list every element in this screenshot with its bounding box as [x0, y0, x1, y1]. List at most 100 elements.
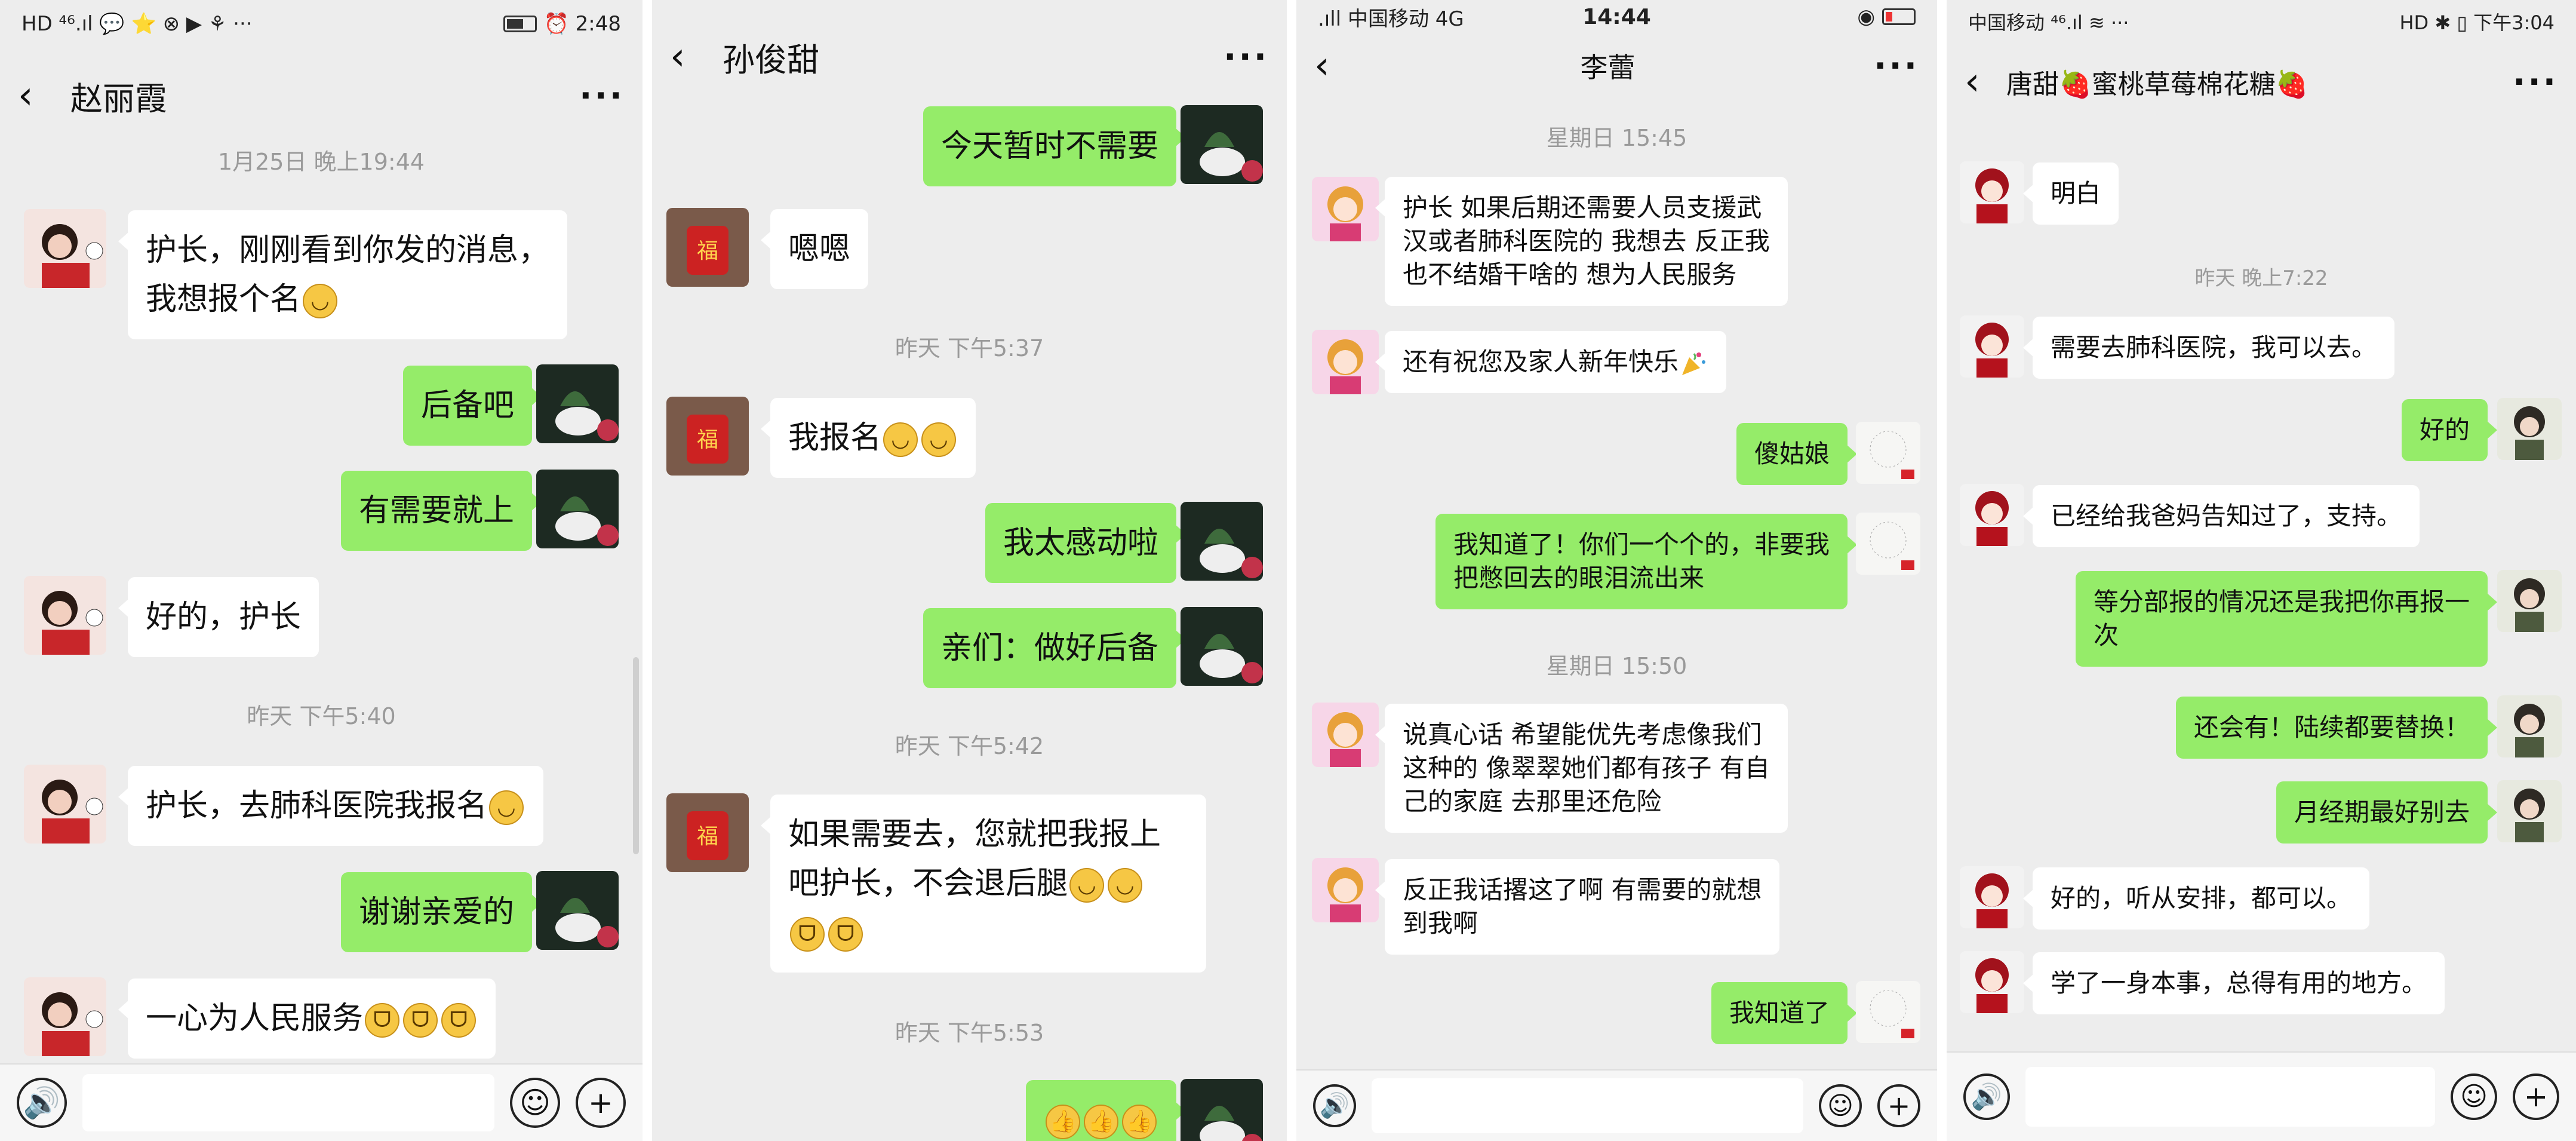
- message-bubble[interactable]: 有需要就上: [340, 471, 542, 551]
- avatar[interactable]: [1960, 161, 2024, 223]
- voice-icon[interactable]: 🔊: [1313, 1084, 1356, 1127]
- timestamp: 昨天 晚上7:22: [2194, 266, 2328, 290]
- avatar[interactable]: [1960, 315, 2024, 378]
- avatar[interactable]: [24, 209, 106, 288]
- grin-emoji-icon: ᗜ: [790, 917, 825, 952]
- status-right: ⏰ 2:48: [503, 12, 621, 36]
- avatar[interactable]: [1312, 703, 1379, 767]
- back-icon[interactable]: ‹: [18, 76, 54, 115]
- avatar[interactable]: 福: [666, 397, 749, 476]
- plus-icon[interactable]: +: [2513, 1073, 2559, 1120]
- message-input[interactable]: [82, 1074, 494, 1131]
- message-bubble[interactable]: 我知道了！你们一个个的，非要我 把憋回去的眼泪流出来: [1435, 514, 1858, 609]
- avatar[interactable]: [536, 470, 619, 548]
- smile-emoji-icon: ◡: [303, 284, 338, 318]
- status-left: 中国移动 ⁴⁶.ıl ≋ ···: [1968, 11, 2129, 34]
- avatar[interactable]: [536, 871, 619, 950]
- avatar[interactable]: [1856, 422, 1920, 484]
- message-bubble[interactable]: 👍 👍 👍: [1026, 1080, 1186, 1141]
- avatar[interactable]: [1960, 866, 2024, 928]
- battery-icon: [503, 16, 537, 32]
- message-bubble[interactable]: 需要去肺科医院，我可以去。: [2022, 317, 2395, 379]
- avatar[interactable]: [2497, 398, 2562, 460]
- chat-header: ‹ 唐甜🍓蜜桃草莓棉花糖🍓 ···: [1947, 49, 2576, 115]
- more-icon[interactable]: ···: [571, 76, 625, 115]
- back-icon[interactable]: ‹: [1314, 47, 1350, 85]
- emoji-icon[interactable]: ☺: [2451, 1073, 2497, 1120]
- message-bubble[interactable]: 好的，护长: [118, 577, 319, 657]
- avatar[interactable]: [1312, 330, 1379, 394]
- avatar[interactable]: [2497, 695, 2562, 757]
- message-bubble[interactable]: 明白: [2022, 162, 2119, 225]
- message-bubble[interactable]: 反正我话撂这了啊 有需要的就想 到我啊: [1375, 859, 1780, 955]
- message-bubble[interactable]: 亲们：做好后备: [923, 608, 1186, 688]
- avatar[interactable]: [1312, 177, 1379, 241]
- avatar[interactable]: [1960, 951, 2024, 1013]
- message-bubble[interactable]: 还有祝您及家人新年快乐: [1375, 331, 1727, 393]
- message-bubble[interactable]: 如果需要去，您就把我报上 吧护长，不会退后腿 ◡ ◡ ᗜ ᗜ: [761, 795, 1206, 973]
- smile-emoji-icon: ◡: [1069, 868, 1105, 903]
- message-bubble[interactable]: 等分部报的情况还是我把你再报一次: [2075, 571, 2498, 667]
- avatar[interactable]: [2497, 570, 2562, 632]
- message-input[interactable]: [1372, 1078, 1803, 1133]
- avatar[interactable]: 福: [666, 793, 749, 872]
- avatar[interactable]: [1960, 484, 2024, 546]
- timestamp: 昨天 下午5:37: [894, 335, 1044, 361]
- message-bubble[interactable]: 后备吧: [402, 366, 542, 446]
- smile-emoji-icon: ◡: [1108, 868, 1143, 903]
- plus-icon[interactable]: +: [576, 1078, 626, 1128]
- avatar[interactable]: [1181, 1079, 1263, 1141]
- message-bubble[interactable]: 今天暂时不需要: [923, 106, 1186, 186]
- avatar[interactable]: [2497, 780, 2562, 842]
- message-bubble[interactable]: 说真心话 希望能优先考虑像我们 这种的 像翠翠她们都有孩子 有自 己的家庭 去那里还…: [1375, 704, 1788, 833]
- emoji-icon[interactable]: ☺: [1819, 1084, 1862, 1127]
- back-icon[interactable]: ‹: [670, 38, 706, 76]
- message-bubble[interactable]: 嗯嗯: [760, 209, 869, 289]
- avatar[interactable]: [1181, 502, 1263, 581]
- message-bubble[interactable]: 好的，听从安排，都可以。: [2022, 867, 2370, 930]
- emoji-icon[interactable]: ☺: [510, 1078, 560, 1128]
- status-left: .ıll 中国移动 4G: [1318, 7, 1464, 31]
- chat-panel-2: ‹ 孙俊甜 ··· 今天暂时不需要 福 嗯嗯 昨天 下午5:37 福 我报名 ◡ ◡…: [652, 0, 1287, 1141]
- status-bar: HD ⁴⁶.ıl 💬 ⭐ ⊗ ▶ ⚘ ··· ⏰ 2:48: [0, 0, 643, 48]
- avatar[interactable]: [536, 364, 619, 443]
- message-input[interactable]: [2025, 1067, 2435, 1127]
- more-icon[interactable]: ···: [1215, 38, 1269, 76]
- status-right: HD ✱ ▯ 下午3:04: [2399, 11, 2555, 34]
- avatar[interactable]: [1856, 513, 1920, 575]
- message-bubble[interactable]: 护长，刚刚看到你发的消息， 我想报个名 ◡: [118, 210, 568, 339]
- message-bubble[interactable]: 我知道了: [1711, 982, 1858, 1044]
- message-bubble[interactable]: 已经给我爸妈告知过了，支持。: [2022, 485, 2420, 547]
- more-icon[interactable]: ···: [1865, 47, 1919, 85]
- avatar[interactable]: [24, 576, 106, 655]
- message-bubble[interactable]: 月经期最好别去: [2276, 781, 2498, 844]
- message-bubble[interactable]: 学了一身本事，总得有用的地方。: [2022, 952, 2445, 1014]
- scrollbar[interactable]: [633, 657, 639, 854]
- message-bubble[interactable]: 护长 如果后期还需要人员支援武 汉或者肺科医院的 我想去 反正我 也不结婚干啥的 想…: [1375, 177, 1788, 306]
- more-icon[interactable]: ···: [2504, 63, 2558, 102]
- avatar[interactable]: [24, 765, 106, 844]
- plus-icon[interactable]: +: [1877, 1084, 1920, 1127]
- input-bar: 🔊 ☺ +: [1947, 1051, 2576, 1141]
- avatar[interactable]: [1181, 607, 1263, 686]
- smile-emoji-icon: ◡: [489, 790, 524, 825]
- avatar[interactable]: [1312, 858, 1379, 922]
- message-bubble[interactable]: 一心为人民服务 ᗜ ᗜ ᗜ: [118, 979, 496, 1059]
- message-bubble[interactable]: 傻姑娘: [1736, 423, 1858, 485]
- message-bubble[interactable]: 护长，去肺科医院我报名 ◡: [118, 766, 544, 846]
- voice-icon[interactable]: 🔊: [1963, 1073, 2010, 1120]
- message-bubble[interactable]: 我太感动啦: [985, 503, 1186, 583]
- avatar[interactable]: 福: [666, 208, 749, 287]
- avatar[interactable]: [1181, 105, 1263, 184]
- laugh-emoji-icon: ᗜ: [441, 1003, 477, 1038]
- chat-title: 李蕾: [1580, 51, 1636, 84]
- message-bubble[interactable]: 谢谢亲爱的: [340, 872, 542, 952]
- avatar[interactable]: [1856, 981, 1920, 1043]
- message-bubble[interactable]: 还会有！陆续都要替换！: [2175, 697, 2498, 759]
- message-bubble[interactable]: 我报名 ◡ ◡: [760, 398, 976, 478]
- back-icon[interactable]: ‹: [1965, 63, 2000, 101]
- voice-icon[interactable]: 🔊: [17, 1078, 67, 1128]
- status-bar: .ıll 中国移动 4G 14:44 ◉: [1296, 0, 1937, 33]
- avatar[interactable]: [24, 977, 106, 1056]
- message-bubble[interactable]: 好的: [2401, 399, 2498, 461]
